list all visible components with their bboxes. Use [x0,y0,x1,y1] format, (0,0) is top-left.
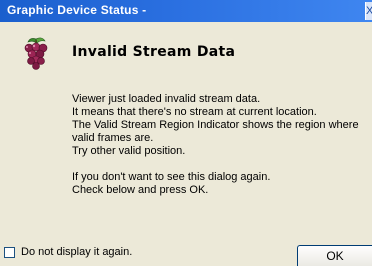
dialog-heading: Invalid Stream Data [72,44,236,60]
window-title: Graphic Device Status - [7,3,147,17]
ok-button[interactable]: OK [297,245,372,266]
message-line: The Valid Stream Region Indicator shows … [72,119,359,131]
message-line: valid frames are. [72,132,154,144]
checkbox-label[interactable]: Do not display it again. [21,246,132,258]
title-bar: Graphic Device Status - X [0,0,372,22]
message-paragraph-2: If you don't want to see this dialog aga… [72,171,364,197]
message-line: It means that there's no stream at curre… [72,106,317,118]
close-button[interactable]: X [365,2,372,20]
dialog-message: Viewer just loaded invalid stream data. … [72,93,364,197]
message-line: Check below and press OK. [72,184,209,196]
message-line: Viewer just loaded invalid stream data. [72,93,261,105]
grapes-icon [20,36,50,72]
message-line: Try other valid position. [72,145,186,157]
do-not-display-option[interactable]: Do not display it again. [4,245,132,259]
message-line: If you don't want to see this dialog aga… [72,171,271,183]
do-not-display-checkbox[interactable] [4,246,15,258]
message-paragraph-1: Viewer just loaded invalid stream data. … [72,93,364,158]
